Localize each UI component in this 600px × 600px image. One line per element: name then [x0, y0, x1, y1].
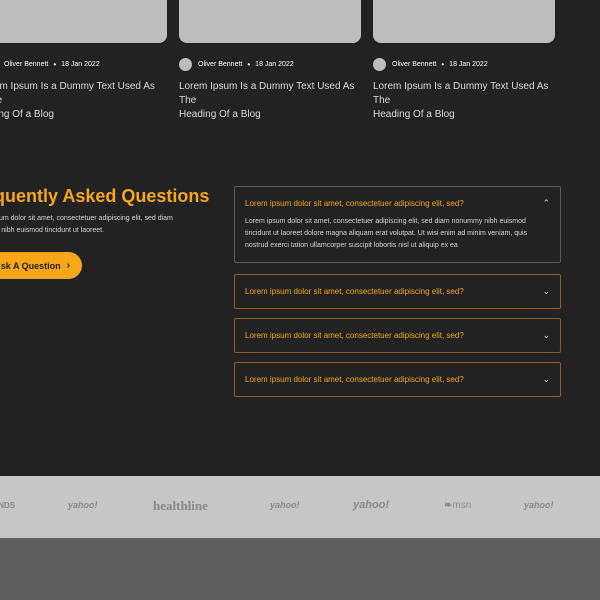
author-name: Oliver Bennett — [4, 60, 49, 68]
yahoo-logo: yahoo! — [524, 500, 554, 510]
yahoo-logo: yahoo! — [270, 500, 300, 510]
faq-heading: equently Asked Questions — [0, 186, 210, 206]
blog-card-image[interactable] — [179, 0, 361, 43]
msn-logo-text: msn — [452, 500, 472, 511]
author-name: Oliver Bennett — [392, 60, 437, 68]
faq-intro: ipsum dolor sit amet, consectetuer adipi… — [0, 215, 173, 234]
blog-card-meta: Oliver Bennett • 18 Jan 2022 — [373, 57, 555, 71]
yahoo-logo: yahoo! — [353, 499, 390, 511]
chevron-up-icon[interactable]: ⌃ — [542, 198, 550, 209]
faq-item: Lorem ipsum dolor sit amet, consectetuer… — [234, 274, 561, 309]
blog-card-meta: Oliver Bennett • 18 Jan 2022 — [0, 57, 167, 71]
healthline-logo: healthline — [153, 498, 208, 513]
blog-card-title[interactable]: orem Ipsum Is a Dummy Text Used As The a… — [0, 80, 167, 122]
partner-logo-strip: INDS yahoo! healthline yahoo! yahoo! ❧ms… — [0, 476, 600, 538]
faq-item-expanded: Lorem ipsum dolor sit amet, consectetuer… — [234, 186, 561, 263]
faq-question-text: Lorem ipsum dolor sit amet, consectetuer… — [245, 199, 464, 208]
chevron-down-icon[interactable]: ⌄ — [542, 374, 550, 385]
post-date: 18 Jan 2022 — [449, 60, 488, 68]
faq-answer: Lorem ipsum dolor sit amet, consectetuer… — [245, 218, 528, 249]
post-date: 18 Jan 2022 — [255, 60, 294, 68]
meta-separator: • — [53, 59, 57, 69]
blog-card[interactable]: Oliver Bennett • 18 Jan 2022 Lorem Ipsum… — [373, 0, 555, 122]
msn-logo: ❧msn — [444, 500, 472, 511]
chevron-down-icon[interactable]: ⌄ — [542, 286, 550, 297]
post-date: 18 Jan 2022 — [61, 60, 100, 68]
faq-item: Lorem ipsum dolor sit amet, consectetuer… — [234, 318, 561, 353]
faq-question-text: Lorem ipsum dolor sit amet, consectetuer… — [245, 331, 464, 340]
blog-card-meta: Oliver Bennett • 18 Jan 2022 — [179, 57, 361, 71]
blog-card-title[interactable]: Lorem Ipsum Is a Dummy Text Used As The … — [179, 80, 361, 122]
partner-logo: INDS — [0, 501, 16, 510]
blog-card-title[interactable]: Lorem Ipsum Is a Dummy Text Used As The … — [373, 80, 555, 122]
faq-question[interactable]: Lorem ipsum dolor sit amet, consectetuer… — [235, 275, 560, 308]
footer-band — [0, 538, 600, 600]
author-name: Oliver Bennett — [198, 60, 243, 68]
blog-card[interactable]: Oliver Bennett • 18 Jan 2022 orem Ipsum … — [0, 0, 167, 122]
chevron-down-icon[interactable]: ⌄ — [542, 330, 550, 341]
author-avatar — [373, 57, 386, 71]
meta-separator: • — [247, 59, 251, 69]
blog-card-image[interactable] — [373, 0, 555, 43]
blog-card[interactable]: Oliver Bennett • 18 Jan 2022 Lorem Ipsum… — [179, 0, 361, 122]
faq-question-text: Lorem ipsum dolor sit amet, consectetuer… — [245, 287, 464, 296]
faq-question[interactable]: Lorem ipsum dolor sit amet, consectetuer… — [235, 363, 560, 396]
yahoo-logo: yahoo! — [68, 500, 98, 510]
ask-question-label: sk A Question — [0, 260, 61, 271]
chevron-right-icon: › — [66, 260, 70, 271]
meta-separator: • — [441, 59, 445, 69]
ask-question-button[interactable]: sk A Question › — [0, 252, 82, 279]
faq-item: Lorem ipsum dolor sit amet, consectetuer… — [234, 362, 561, 397]
faq-question-text: Lorem ipsum dolor sit amet, consectetuer… — [245, 375, 464, 384]
blog-card-image[interactable] — [0, 0, 167, 43]
author-avatar — [179, 57, 192, 71]
faq-question[interactable]: Lorem ipsum dolor sit amet, consectetuer… — [235, 319, 560, 352]
